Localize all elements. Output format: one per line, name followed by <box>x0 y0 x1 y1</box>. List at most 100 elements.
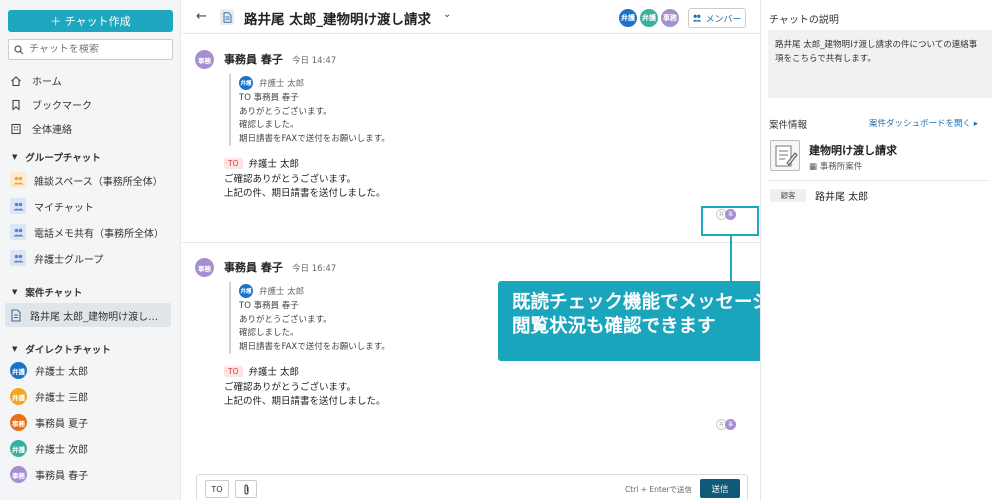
read-mark: 事 <box>725 419 736 430</box>
to-tag: TO <box>224 157 243 169</box>
message-body-line: 上記の件、期日請書を送付しました。 <box>224 396 386 407</box>
right-panel: チャットの説明 路井尾 太郎_建物明け渡し請求の件についての連絡事項をこちらで共… <box>760 0 1000 500</box>
avatar: 弁護 <box>10 388 27 405</box>
avatar: 事務 <box>195 50 214 69</box>
quote-line: 確認しました。 <box>239 328 299 338</box>
nav-bookmark-label: ブックマーク <box>32 101 92 112</box>
app-root: ＋ チャット作成 ホーム ブックマーク 全体連絡 ▼ グループチャット 雑談スペ… <box>0 0 1000 500</box>
quote-line: TO 事務員 春子 <box>239 93 299 103</box>
group-people-icon <box>10 172 26 188</box>
dm-section-header[interactable]: ▼ ダイレクトチャット <box>12 342 111 356</box>
group-item-label: 雑談スペース（事務所全体） <box>34 176 163 188</box>
group-item-lawyers[interactable]: 弁護士グループ <box>10 250 103 266</box>
divider <box>769 180 989 181</box>
quote-author: 弁護士 太郎 <box>259 287 305 297</box>
document-icon <box>11 309 21 322</box>
message-composer[interactable]: TO Ctrl + Enterで送信 送信 <box>196 474 748 500</box>
member-avatar[interactable]: 事務 <box>660 8 680 28</box>
message-time: 今日 16:47 <box>292 264 337 274</box>
group-item-chat-space[interactable]: 雑談スペース（事務所全体） <box>10 172 163 188</box>
avatar: 弁護 <box>239 76 253 90</box>
case-type-label: 事務所案件 <box>819 162 863 172</box>
message-divider <box>182 242 760 243</box>
case-dashboard-link[interactable]: 案件ダッシュボードを開く ▸ <box>869 117 978 129</box>
quote-line: ありがとうございます。 <box>239 106 332 117</box>
members-button-label: メンバー <box>705 14 742 25</box>
search-input[interactable] <box>29 44 164 55</box>
page-title: 路井尾 太郎_建物明け渡し請求 <box>244 12 431 28</box>
member-avatar[interactable]: 弁護 <box>618 8 638 28</box>
quote-line: 期日請書をFAXで送付をお願いします。 <box>239 133 390 144</box>
to-name: 弁護士 太郎 <box>248 159 300 170</box>
group-section-label: グループチャット <box>25 153 101 164</box>
building-icon: ▦ <box>809 162 818 172</box>
chat-search[interactable] <box>8 39 173 60</box>
to-mention: TO 弁護士 太郎 <box>224 156 299 170</box>
dm-item[interactable]: 弁護 弁護士 三郎 <box>10 388 88 405</box>
to-name: 弁護士 太郎 <box>248 367 300 378</box>
dm-item[interactable]: 弁護 弁護士 太郎 <box>10 362 88 379</box>
document-icon <box>220 9 234 25</box>
search-icon <box>14 44 24 54</box>
avatar: 弁護 <box>239 284 253 298</box>
to-mention: TO 弁護士 太郎 <box>224 364 299 378</box>
nav-home[interactable]: ホーム <box>10 73 62 88</box>
group-item-my-chat[interactable]: マイチャット <box>10 198 94 214</box>
avatar: 弁護 <box>10 440 27 457</box>
chat-description-title: チャットの説明 <box>769 15 839 26</box>
group-item-label: マイチャット <box>34 202 94 214</box>
dm-item-label: 弁護士 三郎 <box>35 393 89 404</box>
sidebar: ＋ チャット作成 ホーム ブックマーク 全体連絡 ▼ グループチャット 雑談スペ… <box>0 0 181 500</box>
dm-item-label: 弁護士 太郎 <box>35 367 89 378</box>
group-people-icon <box>10 198 26 214</box>
back-arrow-icon[interactable]: ← <box>196 9 207 24</box>
dm-item-label: 事務員 夏子 <box>35 419 89 430</box>
group-section-header[interactable]: ▼ グループチャット <box>12 150 101 164</box>
send-button[interactable]: 送信 <box>700 479 740 498</box>
message-author: 事務員 春子 <box>224 261 283 274</box>
quote-author: 弁護士 太郎 <box>259 79 305 89</box>
to-button[interactable]: TO <box>205 480 229 498</box>
quote-line: 確認しました。 <box>239 120 299 130</box>
avatar: 事務 <box>10 466 27 483</box>
case-item[interactable]: 路井尾 太郎_建物明け渡し… <box>10 308 158 323</box>
dm-item[interactable]: 事務 事務員 春子 <box>10 466 88 483</box>
members-button[interactable]: メンバー <box>688 8 746 28</box>
case-info-header: 案件情報 <box>769 120 808 131</box>
chat-description: 路井尾 太郎_建物明け渡し請求の件についての連絡事項をこちらで共有します。 <box>768 30 992 98</box>
nav-all-contact[interactable]: 全体連絡 <box>10 121 72 136</box>
client-tag: 顧客 <box>770 189 806 202</box>
quoted-message: 弁護 弁護士 太郎 TO 事務員 春子 ありがとうございます。 確認しました。 期… <box>229 74 469 146</box>
message-time: 今日 14:47 <box>292 56 337 66</box>
message-body-line: ご確認ありがとうございます。 <box>224 382 357 393</box>
avatar: 事務 <box>195 258 214 277</box>
member-avatar[interactable]: 弁護 <box>639 8 659 28</box>
quoted-message: 弁護 弁護士 太郎 TO 事務員 春子 ありがとうございます。 確認しました。 期… <box>229 282 469 354</box>
quote-line: TO 事務員 春子 <box>239 301 299 311</box>
chevron-down-icon[interactable]: ⌄ <box>443 9 451 20</box>
message: 事務 事務員 春子 今日 14:47 弁護 弁護士 太郎 TO 事務員 春子 あり… <box>182 48 760 238</box>
nav-home-label: ホーム <box>32 77 62 88</box>
read-receipt-highlight <box>701 206 759 236</box>
attach-button[interactable] <box>235 480 257 498</box>
bookmark-icon <box>12 99 20 111</box>
group-people-icon <box>10 250 26 266</box>
case-name[interactable]: 建物明け渡し請求 <box>809 142 897 158</box>
dm-item[interactable]: 事務 事務員 夏子 <box>10 414 88 431</box>
nav-bookmark[interactable]: ブックマーク <box>10 97 92 112</box>
send-hint: Ctrl + Enterで送信 <box>625 485 693 494</box>
read-receipts[interactable]: 弁 事 <box>716 419 736 430</box>
quote-line: ありがとうございます。 <box>239 314 332 325</box>
dm-item-label: 弁護士 次郎 <box>35 445 89 456</box>
avatar: 事務 <box>10 414 27 431</box>
message-body-line: ご確認ありがとうございます。 <box>224 174 357 185</box>
new-chat-button[interactable]: ＋ チャット作成 <box>8 10 173 32</box>
dm-section-label: ダイレクトチャット <box>25 345 111 356</box>
group-item-phone-memo[interactable]: 電話メモ共有（事務所全体） <box>10 224 164 240</box>
case-section-header[interactable]: ▼ 案件チャット <box>12 285 82 299</box>
caret-down-icon: ▼ <box>12 345 18 353</box>
dm-item[interactable]: 弁護 弁護士 次郎 <box>10 440 88 457</box>
quote-line: 期日請書をFAXで送付をお願いします。 <box>239 341 390 352</box>
to-tag: TO <box>224 365 243 377</box>
building-icon <box>11 123 21 134</box>
